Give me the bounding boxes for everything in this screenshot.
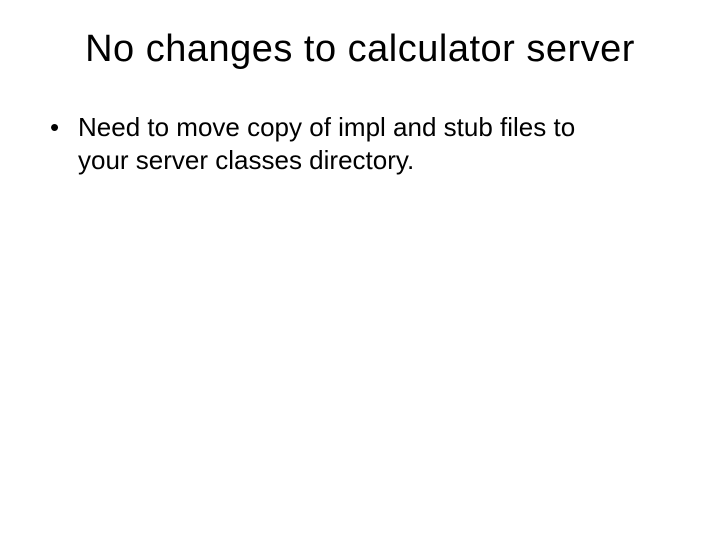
slide-title: No changes to calculator server: [30, 28, 690, 71]
bullet-list: Need to move copy of impl and stub files…: [30, 111, 690, 176]
bullet-item: Need to move copy of impl and stub files…: [50, 111, 690, 176]
